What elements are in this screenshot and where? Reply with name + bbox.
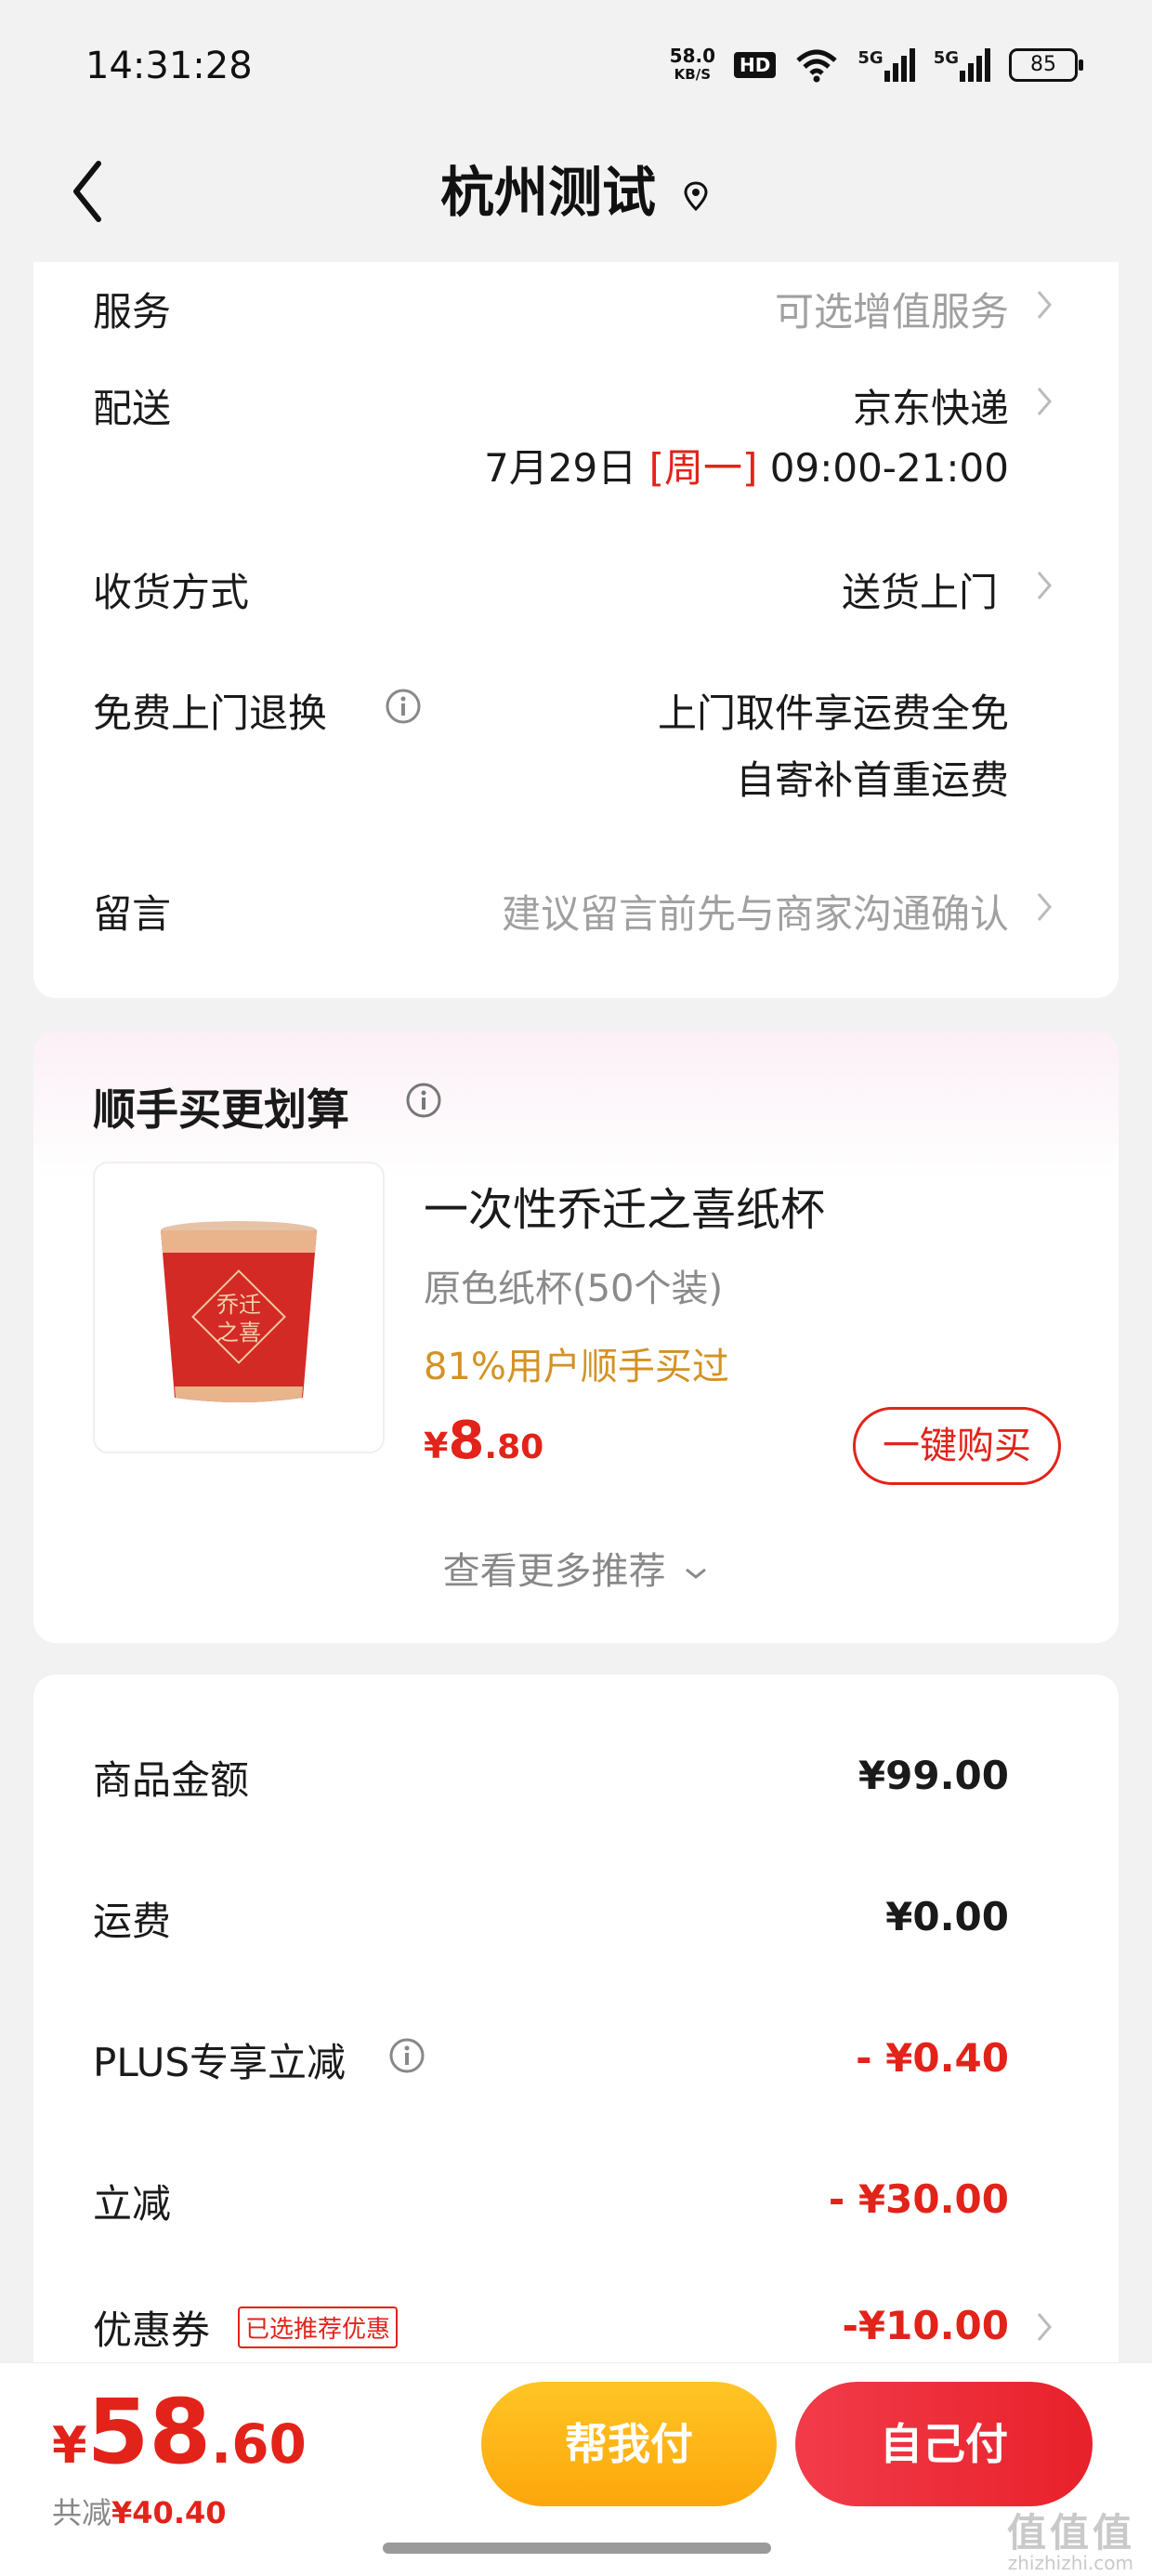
- watermark: 值值值: [1006, 2510, 1135, 2556]
- pay-myself-button[interactable]: 自己付: [795, 2382, 1093, 2506]
- product-bought-rate: 81%用户顺手买过: [424, 1346, 729, 1388]
- signal-icon-2: 5G: [934, 48, 990, 82]
- plus-discount-value: - ¥0.40: [856, 2035, 1009, 2081]
- info-icon[interactable]: [388, 2037, 425, 2074]
- nav-bar: 杭州测试: [0, 130, 1152, 265]
- service-label: 服务: [93, 289, 172, 335]
- order-info-card: 服务 可选增值服务 配送 京东快递 7月29日 [周一] 09:00-21:00…: [33, 262, 1119, 998]
- total-integer: 58: [86, 2380, 212, 2484]
- battery-icon: 85: [1009, 48, 1083, 82]
- delivery-time: 09:00-21:00: [769, 445, 1009, 491]
- paper-cup-image: 乔迁 之喜: [161, 1221, 317, 1402]
- delivery-label: 配送: [93, 386, 172, 431]
- shipping-value: ¥0.00: [885, 1894, 1009, 1939]
- coupon-value[interactable]: -¥10.00: [842, 2303, 1009, 2348]
- chevron-right-icon[interactable]: [1035, 288, 1054, 322]
- info-icon[interactable]: [405, 1082, 442, 1119]
- price-decimal: .80: [484, 1428, 544, 1466]
- plus-discount-label: PLUS专享立减: [93, 2040, 347, 2085]
- location-pin-icon: [684, 181, 708, 212]
- page-title[interactable]: 杭州测试: [0, 149, 1152, 227]
- saved-value: ¥40.40: [111, 2495, 227, 2530]
- free-return-line1: 上门取件享运费全免: [657, 690, 1009, 736]
- product-price: ¥8.80: [424, 1411, 543, 1471]
- recommendation-card: 顺手买更划算 乔迁 之喜 一次性乔迁之喜纸杯 原色纸杯(50个装) 81%用户顺…: [33, 1032, 1119, 1643]
- instant-discount-label: 立减: [93, 2181, 172, 2227]
- instant-discount-value: - ¥30.00: [828, 2176, 1009, 2222]
- cup-text-line1: 乔迁: [216, 1292, 261, 1318]
- more-recommendations-link[interactable]: 查看更多推荐: [33, 1541, 1119, 1595]
- network-type-2: 5G: [933, 48, 959, 68]
- hd-voice-icon: HD: [734, 52, 777, 78]
- delivery-date: 7月29日: [484, 445, 637, 491]
- total-saved[interactable]: 共减¥40.40: [52, 2490, 227, 2532]
- note-label: 留言: [93, 891, 172, 937]
- signal-icon-1: 5G: [857, 48, 915, 82]
- status-time: 14:31:28: [85, 45, 253, 87]
- network-speed-value: 58.0: [669, 45, 716, 67]
- price-integer: 8: [448, 1411, 485, 1471]
- product-image[interactable]: 乔迁 之喜: [93, 1162, 385, 1453]
- receive-method-value[interactable]: 送货上门: [842, 561, 998, 618]
- chevron-right-icon[interactable]: [1035, 385, 1054, 418]
- goods-amount-value: ¥99.00: [857, 1753, 1009, 1798]
- saved-label: 共减: [52, 2495, 112, 2530]
- total-decimal: .60: [211, 2412, 307, 2476]
- delivery-weekday: [周一]: [648, 445, 758, 491]
- network-type-1: 5G: [857, 48, 884, 68]
- free-return-line2: 自寄补首重运费: [735, 757, 1009, 803]
- product-name[interactable]: 一次性乔迁之喜纸杯: [424, 1173, 825, 1238]
- network-speed: 58.0 KB/S: [670, 46, 715, 84]
- chevron-right-icon[interactable]: [1035, 569, 1054, 602]
- wifi-icon: [796, 49, 838, 83]
- product-spec: 原色纸杯(50个装): [424, 1268, 724, 1310]
- free-return-label: 免费上门退换: [93, 690, 328, 736]
- chevron-right-icon[interactable]: [1035, 890, 1054, 924]
- coupon-label: 优惠券: [93, 2307, 211, 2353]
- info-icon[interactable]: [385, 688, 422, 725]
- chevron-down-icon: [686, 1568, 707, 1579]
- note-input[interactable]: 建议留言前先与商家沟通确认: [502, 883, 1009, 940]
- chevron-right-icon[interactable]: [1035, 2310, 1054, 2344]
- watermark-url: zhizhizhi.com: [1007, 2552, 1133, 2574]
- shipping-label: 运费: [93, 1899, 172, 1944]
- recommendation-title: 顺手买更划算: [93, 1084, 349, 1135]
- one-click-buy-button[interactable]: 一键购买: [853, 1407, 1061, 1485]
- delivery-schedule[interactable]: 7月29日 [周一] 09:00-21:00: [484, 437, 1009, 493]
- goods-amount-label: 商品金额: [93, 1757, 250, 1803]
- total-price: ¥58.60: [52, 2380, 307, 2484]
- page-title-text: 杭州测试: [439, 161, 656, 224]
- service-value[interactable]: 可选增值服务: [775, 281, 1009, 337]
- price-currency: ¥: [424, 1426, 449, 1466]
- coupon-tag: 已选推荐优惠: [238, 2307, 399, 2348]
- receive-method-label: 收货方式: [93, 570, 250, 615]
- more-recommendations-label: 查看更多推荐: [442, 1550, 666, 1593]
- delivery-carrier[interactable]: 京东快递: [853, 377, 1009, 434]
- home-indicator[interactable]: [383, 2543, 771, 2554]
- help-me-pay-button[interactable]: 帮我付: [481, 2382, 777, 2506]
- status-bar: 14:31:28 58.0 KB/S HD 5G 5G 85: [0, 0, 1152, 130]
- total-currency: ¥: [52, 2416, 87, 2475]
- status-icons: 58.0 KB/S HD 5G 5G 85: [670, 46, 1083, 84]
- cup-text-line2: 之喜: [216, 1320, 261, 1346]
- network-speed-unit: KB/S: [674, 66, 712, 83]
